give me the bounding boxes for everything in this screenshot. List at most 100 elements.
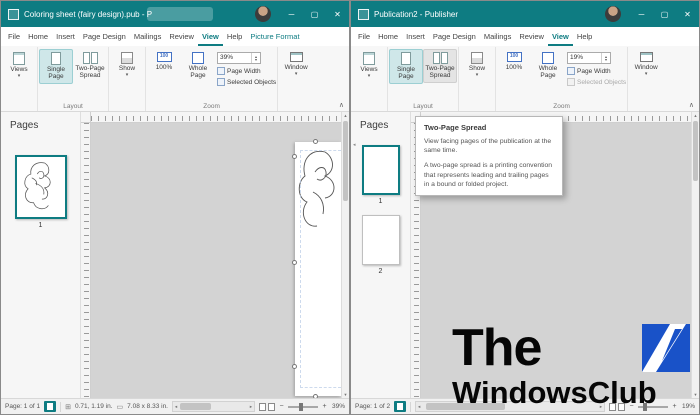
zoom-spinner-value[interactable]: 19% xyxy=(568,53,601,63)
window-button[interactable]: Window ▾ xyxy=(629,49,663,80)
zoom-in-button[interactable]: + xyxy=(321,403,328,410)
scroll-left-icon[interactable]: ◄ xyxy=(174,404,178,409)
page-number-toggle[interactable] xyxy=(44,401,56,412)
tab-home[interactable]: Home xyxy=(374,27,402,46)
views-button[interactable]: Views ▾ xyxy=(352,49,386,82)
views-icon xyxy=(13,52,25,65)
page-width-label: Page Width xyxy=(227,68,261,75)
minimize-button[interactable]: ─ xyxy=(630,1,653,27)
tab-mailings[interactable]: Mailings xyxy=(130,27,166,46)
page-thumbnail-image[interactable] xyxy=(362,145,400,195)
tab-help[interactable]: Help xyxy=(573,27,596,46)
horizontal-scrollbar[interactable]: ◄ ► xyxy=(172,401,255,412)
scroll-down-icon[interactable]: ▼ xyxy=(694,392,698,397)
zoom-spinner-value[interactable]: 39% xyxy=(218,53,251,63)
tab-picture-format[interactable]: Picture Format xyxy=(246,27,303,46)
tab-help[interactable]: Help xyxy=(223,27,246,46)
two-page-spread-label: Two-Page Spread xyxy=(74,65,106,80)
page-indicator[interactable]: Page: 1 of 1 xyxy=(5,403,40,410)
tab-page-design[interactable]: Page Design xyxy=(429,27,480,46)
page-thumbnail[interactable]: 1 xyxy=(351,145,410,205)
search-box[interactable] xyxy=(147,7,213,21)
zoom-100-icon: 100 xyxy=(507,52,522,62)
two-page-spread-button[interactable]: Two-Page Spread xyxy=(73,49,107,83)
whole-page-button[interactable]: Whole Page xyxy=(531,49,565,83)
tab-review[interactable]: Review xyxy=(515,27,548,46)
titlebar-right[interactable]: Publication2 - Publisher ─ ▢ ✕ xyxy=(351,1,699,27)
account-avatar[interactable] xyxy=(255,6,271,22)
window-button[interactable]: Window ▾ xyxy=(279,49,313,80)
scroll-right-icon[interactable]: ► xyxy=(249,404,253,409)
canvas[interactable]: ▲ ▼ xyxy=(81,112,349,398)
selected-objects-label: Selected Objects xyxy=(227,79,276,86)
vertical-scrollbar[interactable]: ▲ ▼ xyxy=(341,112,349,398)
views-button[interactable]: Views ▾ xyxy=(2,49,36,82)
tab-file[interactable]: File xyxy=(354,27,374,46)
close-button[interactable]: ✕ xyxy=(676,1,699,27)
scroll-left-icon[interactable]: ◄ xyxy=(417,404,421,409)
titlebar-left[interactable]: Coloring sheet (fairy design).pub - Publ… xyxy=(1,1,349,27)
selection-handle[interactable] xyxy=(292,260,297,265)
chevron-down-icon: ▾ xyxy=(295,72,298,77)
tab-page-design[interactable]: Page Design xyxy=(79,27,130,46)
page-indicator[interactable]: Page: 1 of 2 xyxy=(355,403,390,410)
tab-home[interactable]: Home xyxy=(24,27,52,46)
tab-insert[interactable]: Insert xyxy=(402,27,429,46)
tab-mailings[interactable]: Mailings xyxy=(480,27,516,46)
tab-review[interactable]: Review xyxy=(165,27,198,46)
zoom-out-button[interactable]: − xyxy=(278,403,285,410)
page-thumbnail-image[interactable] xyxy=(15,155,67,219)
selected-objects-button[interactable]: Selected Objects xyxy=(217,78,276,86)
two-page-spread-icon xyxy=(83,52,98,64)
selection-handle[interactable] xyxy=(292,364,297,369)
panel-collapse-icon[interactable]: ◂ xyxy=(353,142,356,148)
show-button[interactable]: Show ▾ xyxy=(110,49,144,81)
single-page-button[interactable]: Single Page xyxy=(389,49,423,84)
zoom-slider-thumb[interactable] xyxy=(299,403,303,411)
show-button[interactable]: Show ▾ xyxy=(460,49,494,81)
selection-handle[interactable] xyxy=(292,154,297,159)
ribbon-tab-bar: File Home Insert Page Design Mailings Re… xyxy=(351,27,699,46)
collapse-ribbon-icon[interactable]: ∧ xyxy=(339,101,344,109)
account-avatar[interactable] xyxy=(605,6,621,22)
two-page-spread-button[interactable]: Two-Page Spread xyxy=(423,49,457,83)
page-number-toggle[interactable] xyxy=(394,401,406,412)
tab-file[interactable]: File xyxy=(4,27,24,46)
page-thumbnail[interactable]: 2 xyxy=(351,215,410,275)
close-button[interactable]: ✕ xyxy=(326,1,349,27)
scrollbar-thumb[interactable] xyxy=(693,121,698,181)
page-thumbnail-image[interactable] xyxy=(362,215,400,265)
page-width-icon xyxy=(567,67,575,75)
tab-view[interactable]: View xyxy=(548,27,573,46)
tab-view[interactable]: View xyxy=(198,27,223,46)
show-label: Show xyxy=(469,65,485,72)
minimize-button[interactable]: ─ xyxy=(280,1,303,27)
zoom-100-button[interactable]: 100 100% xyxy=(497,49,531,74)
single-page-label: Single Page xyxy=(40,66,72,81)
spinner-arrows-icon[interactable]: ▴▾ xyxy=(601,53,610,63)
whole-page-button[interactable]: Whole Page xyxy=(181,49,215,83)
scrollbar-thumb[interactable] xyxy=(180,403,211,410)
document-page[interactable] xyxy=(295,142,341,396)
page-width-button[interactable]: Page Width xyxy=(567,67,626,75)
tab-insert[interactable]: Insert xyxy=(52,27,79,46)
page-thumbnail[interactable]: 1 xyxy=(1,155,80,229)
scroll-down-icon[interactable]: ▼ xyxy=(344,392,348,397)
window-icon xyxy=(290,52,303,62)
page-width-button[interactable]: Page Width xyxy=(217,67,276,75)
spinner-arrows-icon[interactable]: ▴▾ xyxy=(251,53,260,63)
view-mode-icons[interactable] xyxy=(259,403,275,411)
maximize-button[interactable]: ▢ xyxy=(303,1,326,27)
zoom-spinner[interactable]: 39% ▴▾ xyxy=(217,52,261,64)
collapse-ribbon-icon[interactable]: ∧ xyxy=(689,101,694,109)
zoom-level[interactable]: 39% xyxy=(331,403,345,410)
zoom-100-button[interactable]: 100 100% xyxy=(147,49,181,74)
zoom-spinner[interactable]: 19% ▴▾ xyxy=(567,52,611,64)
vertical-scrollbar[interactable]: ▲ ▼ xyxy=(691,112,699,398)
pages-panel-title: Pages xyxy=(1,112,80,135)
scrollbar-thumb[interactable] xyxy=(343,121,348,201)
selection-handle[interactable] xyxy=(313,139,318,144)
single-page-button[interactable]: Single Page xyxy=(39,49,73,84)
zoom-slider[interactable] xyxy=(288,406,318,408)
maximize-button[interactable]: ▢ xyxy=(653,1,676,27)
